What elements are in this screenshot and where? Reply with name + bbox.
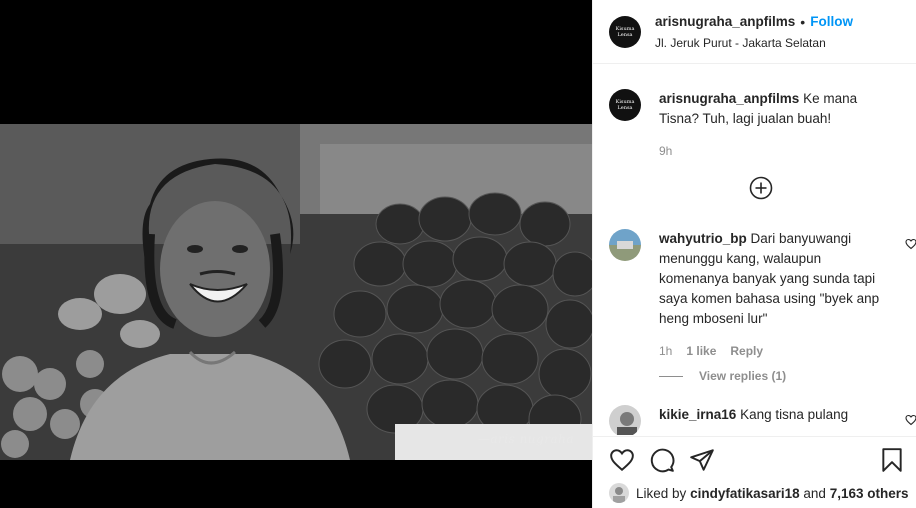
heart-icon	[905, 414, 916, 426]
comment-text: Kang tisna pulang	[740, 407, 849, 422]
heart-icon	[905, 238, 916, 250]
header-line: arisnugraha_anpfilms • Follow	[655, 14, 853, 30]
save-button[interactable]	[879, 447, 905, 473]
follow-button[interactable]: Follow	[810, 14, 853, 29]
comment-time[interactable]: 1h	[659, 341, 672, 361]
comments-list[interactable]: Kisuma Lensa arisnugraha_anpfilms Ke mana…	[593, 65, 916, 435]
comment-like-button[interactable]	[905, 237, 916, 255]
comment-text-block: wahyutrio_bp Dari banyuwangi menunggu ka…	[659, 229, 885, 361]
comment-bubble-icon	[650, 448, 675, 473]
replies-divider	[659, 375, 683, 377]
caption-time[interactable]: 9h	[659, 141, 672, 161]
load-more-comments-button[interactable]	[749, 176, 773, 200]
caption-text-block: arisnugraha_anpfilms Ke mana Tisna? Tuh,…	[659, 89, 885, 161]
separator-dot: •	[800, 13, 806, 30]
photo-watermark: —aris nugraha	[477, 432, 574, 446]
share-button[interactable]	[689, 447, 715, 473]
likes-prefix: Liked by	[636, 485, 687, 501]
bookmark-icon	[882, 448, 902, 472]
post-media-area: —aris nugraha	[0, 0, 592, 508]
post-location[interactable]: Jl. Jeruk Purut - Jakarta Selatan	[655, 36, 853, 50]
post-actions: Liked by cindyfatikasari18 and 7,163 oth…	[593, 436, 916, 508]
heart-icon	[610, 449, 634, 472]
header-info: arisnugraha_anpfilms • Follow Jl. Jeruk …	[655, 14, 853, 50]
view-replies-label: View replies (1)	[699, 369, 787, 383]
action-icons	[609, 447, 902, 475]
author-avatar[interactable]: Kisuma Lensa	[609, 15, 641, 48]
comment-button[interactable]	[649, 447, 675, 473]
like-button[interactable]	[609, 447, 635, 473]
commenter-avatar[interactable]	[609, 229, 641, 261]
caption-author-avatar[interactable]: Kisuma Lensa	[609, 89, 641, 121]
post-header: Kisuma Lensa arisnugraha_anpfilms • Follo…	[593, 0, 916, 64]
view-replies-button[interactable]: View replies (1)	[659, 369, 786, 383]
commenter-avatar[interactable]	[609, 405, 641, 435]
comment-like-count[interactable]: 1 like	[686, 341, 716, 361]
liker-username[interactable]: cindyfatikasari18	[690, 486, 800, 501]
comment-like-button[interactable]	[905, 413, 916, 431]
comment-text-block: kikie_irna16 Kang tisna pulang	[659, 405, 885, 435]
comment-username[interactable]: wahyutrio_bp	[659, 231, 747, 246]
comment-item: kikie_irna16 Kang tisna pulang	[609, 405, 916, 435]
caption-username[interactable]: arisnugraha_anpfilms	[659, 91, 799, 106]
likes-summary: Liked by cindyfatikasari18 and 7,163 oth…	[609, 483, 908, 503]
caption-meta: 9h	[659, 141, 885, 161]
likes-others[interactable]: 7,163 others	[830, 486, 909, 501]
comment-item: wahyutrio_bp Dari banyuwangi menunggu ka…	[609, 229, 916, 361]
post-photo[interactable]: —aris nugraha	[0, 124, 592, 460]
comment-reply-button[interactable]: Reply	[730, 341, 763, 361]
plus-circle-icon	[749, 176, 773, 200]
comment-username[interactable]: kikie_irna16	[659, 407, 736, 422]
likes-and: and	[803, 485, 826, 501]
liker-avatar[interactable]	[609, 483, 629, 503]
author-username[interactable]: arisnugraha_anpfilms	[655, 14, 795, 29]
paper-plane-icon	[690, 449, 714, 471]
caption-item: Kisuma Lensa arisnugraha_anpfilms Ke mana…	[609, 89, 905, 161]
comment-meta: 1h 1 like Reply	[659, 341, 885, 361]
post-side-panel: Kisuma Lensa arisnugraha_anpfilms • Follo…	[592, 0, 916, 508]
